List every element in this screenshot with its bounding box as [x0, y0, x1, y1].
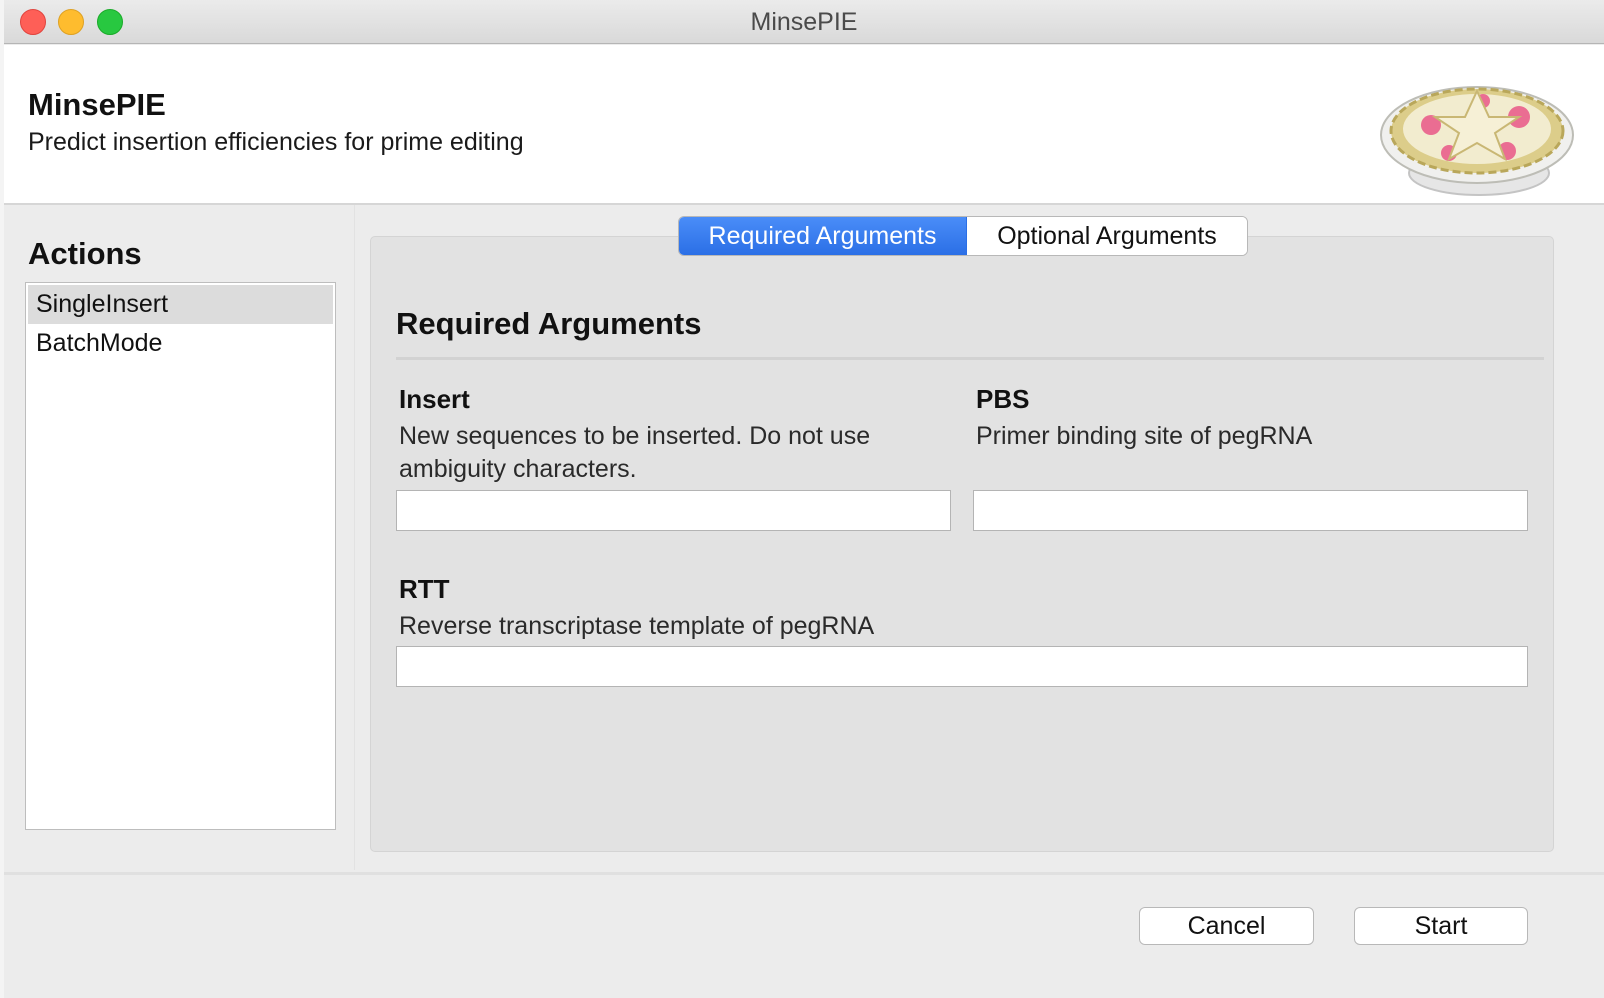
title-bar: MinsePIE [4, 0, 1604, 44]
window-title: MinsePIE [750, 8, 858, 36]
action-item-singleinsert[interactable]: SingleInsert [28, 285, 333, 324]
pbs-label: PBS [976, 384, 1030, 414]
pbs-input[interactable] [973, 490, 1528, 531]
rtt-help: Reverse transcriptase template of pegRNA [399, 612, 875, 640]
cancel-button[interactable]: Cancel [1139, 907, 1314, 945]
pie-logo-icon [1380, 86, 1574, 196]
tab-bar: Required Arguments Optional Arguments [678, 216, 1248, 256]
app-description: Predict insertion efficiencies for prime… [28, 128, 524, 156]
pbs-help: Primer binding site of pegRNA [976, 422, 1313, 450]
app-window: MinsePIE MinsePIE Predict insertion effi… [4, 0, 1604, 998]
side-divider [354, 205, 355, 870]
app-name: MinsePIE [28, 87, 166, 122]
footer-divider [4, 872, 1604, 875]
insert-label: Insert [399, 384, 470, 414]
app-header: MinsePIE Predict insertion efficiencies … [4, 45, 1604, 205]
rtt-input[interactable] [396, 646, 1528, 687]
section-title: Required Arguments [396, 306, 702, 341]
start-button[interactable]: Start [1354, 907, 1528, 945]
tab-optional-arguments[interactable]: Optional Arguments [967, 217, 1247, 255]
rtt-label: RTT [399, 574, 450, 604]
section-divider [396, 357, 1544, 360]
action-item-batchmode[interactable]: BatchMode [28, 324, 333, 363]
insert-help: New sequences to be inserted. Do not use… [399, 422, 871, 483]
insert-input[interactable] [396, 490, 951, 531]
actions-list[interactable]: SingleInsert BatchMode [25, 282, 336, 830]
actions-heading: Actions [28, 236, 142, 271]
tab-required-arguments[interactable]: Required Arguments [679, 217, 967, 255]
